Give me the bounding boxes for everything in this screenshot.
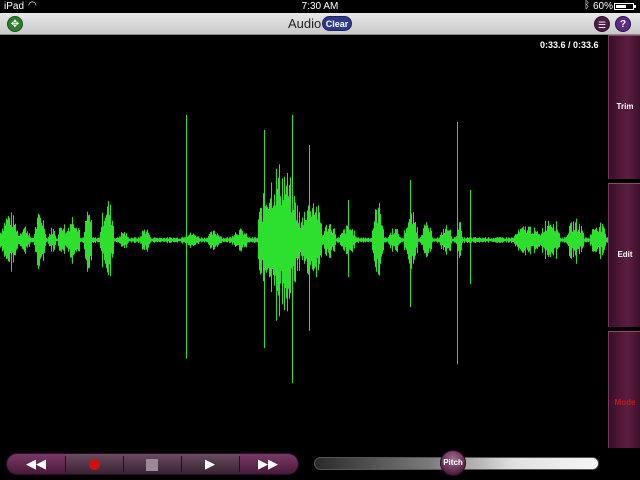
record-button[interactable]: [65, 454, 123, 474]
stop-button[interactable]: [123, 454, 181, 474]
side-panel: Trim Edit Mode: [608, 35, 640, 475]
status-time: 7:30 AM: [301, 1, 339, 12]
waveform[interactable]: [0, 35, 608, 448]
stop-icon: [146, 458, 158, 471]
mode-label: Mode: [614, 398, 636, 407]
play-button[interactable]: ▶: [181, 454, 239, 474]
battery-percent: 60%: [593, 1, 614, 12]
status-bar: iPad ◠ 7:30 AM ᛒ 60%: [0, 0, 640, 13]
clear-button[interactable]: Clear: [322, 16, 352, 31]
transport-controls: ◀◀ ▶ ▶▶: [6, 453, 299, 475]
page-title: Audio: [288, 16, 322, 31]
fast-forward-icon: ▶▶: [258, 456, 278, 471]
list-icon[interactable]: ☰: [594, 16, 610, 32]
rewind-button[interactable]: ◀◀: [7, 454, 65, 474]
waveform-trace: [0, 115, 608, 384]
fast-forward-button[interactable]: ▶▶: [239, 454, 297, 474]
trim-button[interactable]: Trim: [608, 35, 640, 179]
time-readout: 0:33.6 / 0:33.6: [540, 40, 599, 50]
bluetooth-icon: ᛒ: [584, 0, 590, 11]
record-icon: [88, 459, 100, 471]
pitch-slider-thumb[interactable]: Pitch: [440, 450, 466, 476]
play-icon: ▶: [205, 456, 215, 471]
nav-bar: ✥ Audio Clear ☰ ?: [0, 13, 640, 35]
move-arrows-icon[interactable]: ✥: [7, 16, 23, 32]
battery-icon: [614, 3, 636, 10]
edit-button[interactable]: Edit: [608, 183, 640, 327]
bottom-toolbar: ◀◀ ▶ ▶▶ Pitch: [0, 448, 640, 480]
edit-label: Edit: [617, 250, 633, 259]
trim-label: Trim: [616, 102, 634, 111]
help-icon[interactable]: ?: [615, 16, 631, 32]
rewind-icon: ◀◀: [26, 456, 46, 471]
